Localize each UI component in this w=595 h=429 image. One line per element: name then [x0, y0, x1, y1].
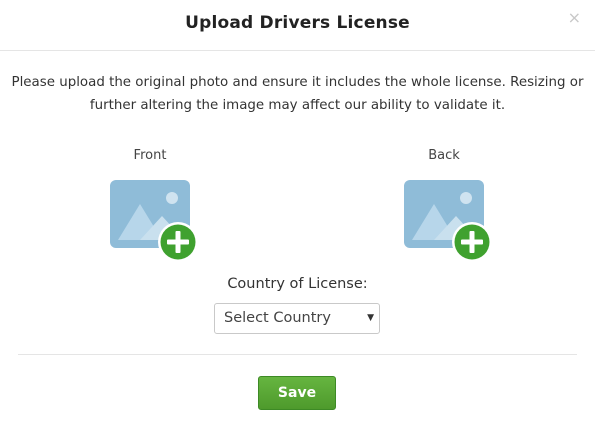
image-add-icon [404, 180, 492, 262]
divider [18, 354, 577, 355]
country-label: Country of License: [227, 276, 368, 292]
front-upload-button[interactable] [110, 180, 200, 264]
caret-down-icon: ▼ [367, 313, 374, 323]
upload-license-modal: Upload Drivers License × Please upload t… [0, 0, 595, 429]
country-select[interactable]: Select Country ▼ [214, 303, 380, 334]
save-button[interactable]: Save [258, 376, 336, 410]
image-add-icon [110, 180, 198, 262]
front-label: Front [133, 148, 167, 163]
country-select-value: Select Country [224, 310, 331, 326]
close-icon[interactable]: × [568, 10, 581, 26]
instructions-text: Please upload the original photo and ens… [11, 75, 584, 113]
back-upload: Back [394, 148, 494, 262]
modal-header: Upload Drivers License × [0, 0, 595, 51]
modal-title: Upload Drivers License [185, 13, 410, 33]
front-upload: Front [100, 148, 200, 262]
back-label: Back [428, 148, 460, 163]
back-upload-button[interactable] [404, 180, 494, 264]
